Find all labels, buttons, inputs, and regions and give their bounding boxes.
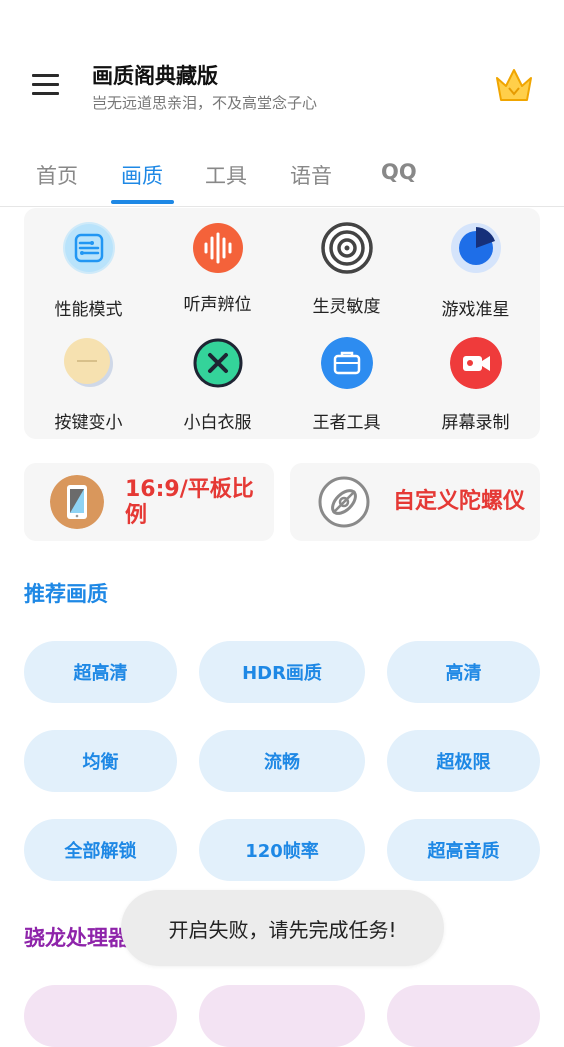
crown-icon[interactable]: [494, 66, 534, 106]
grid-item-sensitivity[interactable]: 生灵敏度: [282, 218, 411, 328]
preset-balanced-button[interactable]: 均衡: [24, 730, 177, 792]
preset-hd-button[interactable]: 高清: [387, 641, 540, 703]
app-title: 画质阁典藏版: [92, 64, 218, 88]
preset-hdr-button[interactable]: HDR画质: [199, 641, 365, 703]
grid-label: 生灵敏度: [312, 297, 381, 317]
grid-item-crosshair[interactable]: 游戏准星: [411, 218, 540, 328]
toast-message: 开启失败，请先完成任务!: [121, 890, 444, 966]
preset-smooth-button[interactable]: 流畅: [199, 730, 365, 792]
tab-indicator: [111, 200, 174, 204]
gyroscope-card[interactable]: 自定义陀螺仪: [290, 463, 540, 541]
feature-grid: 性能模式 听声辨位 生灵敏度 游戏准星 按键变小 小白衣服 王者工具 屏幕录制: [24, 208, 540, 439]
app-header: 画质阁典藏版 岂无远道思亲泪，不及高堂念子心: [0, 0, 564, 135]
grid-item-hear-position[interactable]: 听声辨位: [153, 218, 282, 328]
section-title-recommended: 推荐画质: [24, 582, 108, 606]
grid-label: 王者工具: [312, 413, 381, 433]
tab-bar: 首页 画质 工具 语音 QQ: [0, 150, 564, 207]
preset-120fps-button[interactable]: 120帧率: [199, 819, 365, 881]
preset-super-hd-button[interactable]: 超高清: [24, 641, 177, 703]
grid-label: 听声辨位: [183, 295, 252, 315]
section-title-snapdragon: 骁龙处理器: [24, 926, 129, 950]
grid-label: 屏幕录制: [441, 413, 510, 433]
grid-item-performance[interactable]: 性能模式: [24, 218, 153, 328]
aspect-ratio-card[interactable]: 16:9/平板比例: [24, 463, 274, 541]
grid-item-king-tools[interactable]: 王者工具: [282, 333, 411, 443]
aspect-ratio-label: 16:9/平板比例: [125, 477, 254, 528]
snapdragon-option-button[interactable]: [24, 985, 177, 1047]
snapdragon-option-button[interactable]: [387, 985, 540, 1047]
circuit-icon: [62, 222, 115, 274]
toolbox-icon: [320, 337, 373, 389]
menu-icon[interactable]: [32, 74, 59, 96]
tab-home[interactable]: 首页: [36, 160, 78, 190]
preset-ultra-button[interactable]: 超极限: [387, 730, 540, 792]
pie-chart-icon: [450, 223, 501, 273]
grid-label: 性能模式: [54, 300, 123, 320]
minus-circle-icon: [63, 338, 113, 387]
grid-label: 小白衣服: [183, 413, 252, 433]
tab-quality[interactable]: 画质: [121, 160, 163, 190]
phone-ratio-icon: [50, 475, 104, 529]
grid-item-white-clothes[interactable]: 小白衣服: [153, 333, 282, 443]
grid-label: 按键变小: [54, 413, 123, 433]
grid-label: 游戏准星: [441, 300, 510, 320]
target-icon: [320, 222, 373, 274]
sound-wave-icon: [192, 223, 243, 273]
app-subtitle: 岂无远道思亲泪，不及高堂念子心: [92, 94, 318, 112]
gyroscope-icon: [318, 476, 370, 528]
video-record-icon: [449, 337, 502, 389]
preset-unlock-all-button[interactable]: 全部解锁: [24, 819, 177, 881]
preset-hq-audio-button[interactable]: 超高音质: [387, 819, 540, 881]
close-circle-icon: [193, 338, 242, 388]
gyroscope-label: 自定义陀螺仪: [393, 489, 526, 514]
snapdragon-option-button[interactable]: [199, 985, 365, 1047]
grid-item-screen-record[interactable]: 屏幕录制: [411, 333, 540, 443]
grid-item-small-buttons[interactable]: 按键变小: [24, 333, 153, 443]
tab-voice[interactable]: 语音: [290, 160, 332, 190]
tab-qq[interactable]: QQ: [381, 160, 417, 184]
tab-tools[interactable]: 工具: [205, 160, 247, 190]
